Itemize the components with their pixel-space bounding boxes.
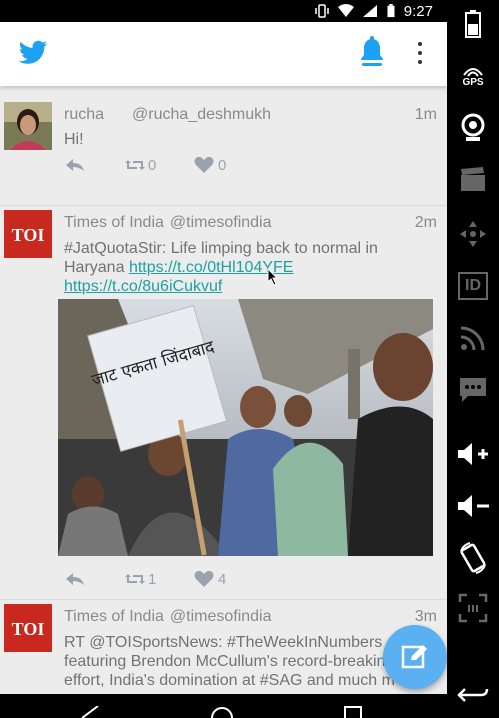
retweet-button[interactable]: 1 bbox=[124, 571, 194, 588]
clock: 9:27 bbox=[403, 2, 433, 20]
network-control[interactable] bbox=[447, 320, 499, 356]
overflow-menu-icon[interactable] bbox=[410, 40, 430, 66]
volume-up-icon bbox=[458, 443, 488, 465]
battery-control[interactable] bbox=[447, 8, 499, 40]
battery-icon bbox=[387, 4, 395, 18]
toi-avatar[interactable]: TOI bbox=[4, 604, 52, 652]
status-icons: 9:27 bbox=[314, 2, 433, 20]
tweet[interactable]: TOI Times of India @timesofindia 3m RT @… bbox=[0, 600, 447, 694]
menu-dot bbox=[418, 42, 422, 46]
tweet-author-name[interactable]: rucha bbox=[64, 106, 104, 124]
app-bar bbox=[0, 22, 447, 86]
dpad-control[interactable] bbox=[447, 216, 499, 252]
tweet[interactable]: TOI Times of India @timesofindia 2m #Jat… bbox=[0, 206, 447, 600]
tweet-author-handle[interactable]: @timesofindia bbox=[170, 608, 272, 626]
tweet-author-handle[interactable]: @rucha_deshmukh bbox=[132, 106, 271, 124]
sms-control[interactable] bbox=[447, 372, 499, 408]
tweet-author-name[interactable]: Times of India bbox=[64, 608, 164, 626]
tweet-author-handle[interactable]: @timesofindia bbox=[170, 214, 272, 232]
battery-icon bbox=[465, 10, 481, 38]
heart-icon bbox=[194, 570, 214, 587]
id-label: ID bbox=[458, 272, 488, 300]
back-nav-icon[interactable] bbox=[80, 706, 100, 718]
toi-avatar[interactable]: TOI bbox=[4, 210, 52, 258]
volume-down-button[interactable] bbox=[447, 488, 499, 524]
toi-avatar-text: TOI bbox=[12, 225, 45, 245]
compose-tweet-button[interactable] bbox=[383, 625, 447, 689]
menu-dot bbox=[418, 51, 422, 55]
like-count: 4 bbox=[218, 570, 227, 588]
clapper-icon bbox=[461, 167, 485, 191]
home-nav-icon[interactable] bbox=[210, 704, 234, 718]
gps-control[interactable]: GPS bbox=[447, 60, 499, 92]
dpad-icon bbox=[460, 221, 486, 247]
like-button[interactable]: 4 bbox=[194, 570, 226, 588]
tweet-header: Times of India @timesofindia 2m bbox=[64, 214, 437, 232]
tweet-timestamp: 1m bbox=[414, 106, 437, 123]
camera-control[interactable] bbox=[447, 110, 499, 146]
protest-photo: जाट एकता जिंदाबाद bbox=[58, 299, 433, 556]
navigation-bar bbox=[0, 694, 447, 718]
tweet-photo[interactable]: जाट एकता जिंदाबाद bbox=[58, 299, 433, 556]
webcam-icon bbox=[461, 113, 485, 141]
rss-icon bbox=[460, 326, 485, 351]
reply-button[interactable] bbox=[64, 157, 124, 173]
scale-button[interactable] bbox=[447, 590, 499, 626]
volume-down-icon bbox=[458, 495, 489, 517]
tweet-header: rucha @rucha_deshmukh 1m bbox=[64, 106, 437, 124]
tweet-text: Hi! bbox=[64, 131, 84, 148]
wifi-icon bbox=[337, 4, 354, 17]
recents-nav-icon[interactable] bbox=[344, 706, 362, 718]
gps-label: GPS bbox=[462, 76, 484, 88]
twitter-bird-icon[interactable] bbox=[18, 40, 48, 66]
tweet-header: Times of India @timesofindia 3m bbox=[64, 608, 437, 626]
volume-up-button[interactable] bbox=[447, 436, 499, 472]
avatar[interactable] bbox=[4, 102, 52, 150]
screencast-control[interactable] bbox=[447, 162, 499, 196]
mouse-cursor-icon bbox=[267, 268, 279, 286]
reply-icon bbox=[66, 573, 84, 585]
timeline: rucha @rucha_deshmukh 1m Hi! 0 0 TOI Tim… bbox=[0, 86, 447, 694]
reply-icon bbox=[66, 159, 84, 171]
like-button[interactable]: 0 bbox=[194, 156, 226, 174]
signal-icon bbox=[362, 5, 377, 17]
gps-signal-icon bbox=[463, 67, 483, 77]
tweet-timestamp: 3m bbox=[414, 608, 437, 625]
retweet-button[interactable]: 0 bbox=[124, 157, 194, 174]
tweet-link[interactable]: https://t.co/8u6iCukvuf bbox=[64, 278, 222, 295]
toi-avatar-text: TOI bbox=[12, 619, 45, 639]
fullscreen-icon bbox=[458, 593, 488, 623]
retweet-count: 1 bbox=[148, 570, 157, 588]
tweet-text: RT @TOISportsNews: #TheWeekInNumbers fea… bbox=[64, 634, 395, 689]
retweet-icon bbox=[125, 160, 145, 170]
vibrate-icon bbox=[315, 4, 329, 18]
compose-icon bbox=[401, 645, 427, 669]
back-arrow-icon bbox=[457, 688, 489, 702]
like-count: 0 bbox=[218, 156, 227, 174]
reply-button[interactable] bbox=[64, 571, 124, 587]
retweet-icon bbox=[125, 574, 145, 584]
back-button[interactable] bbox=[447, 680, 499, 710]
message-icon bbox=[460, 378, 486, 402]
heart-icon bbox=[194, 156, 214, 173]
tweet-timestamp: 2m bbox=[414, 214, 437, 231]
tweet-text-block: #JatQuotaStir: Life limping back to norm… bbox=[64, 239, 404, 296]
tweet[interactable]: rucha @rucha_deshmukh 1m Hi! 0 0 bbox=[0, 92, 447, 206]
phone-screen: 9:27 rucha @rucha_deshmukh 1m Hi! 0 0 TO… bbox=[0, 0, 447, 718]
tweet-actions: 0 0 bbox=[64, 156, 226, 174]
retweet-count: 0 bbox=[148, 156, 157, 174]
rotate-icon bbox=[460, 542, 486, 574]
rotate-button[interactable] bbox=[447, 538, 499, 578]
menu-dot bbox=[418, 60, 422, 64]
status-bar: 9:27 bbox=[0, 0, 447, 22]
emulator-side-panel: GPS ID bbox=[447, 0, 499, 718]
notifications-bell-icon[interactable] bbox=[358, 36, 386, 68]
tweet-actions: 1 4 bbox=[64, 570, 226, 588]
device-id-control[interactable]: ID bbox=[447, 268, 499, 304]
tweet-author-name[interactable]: Times of India bbox=[64, 214, 164, 232]
